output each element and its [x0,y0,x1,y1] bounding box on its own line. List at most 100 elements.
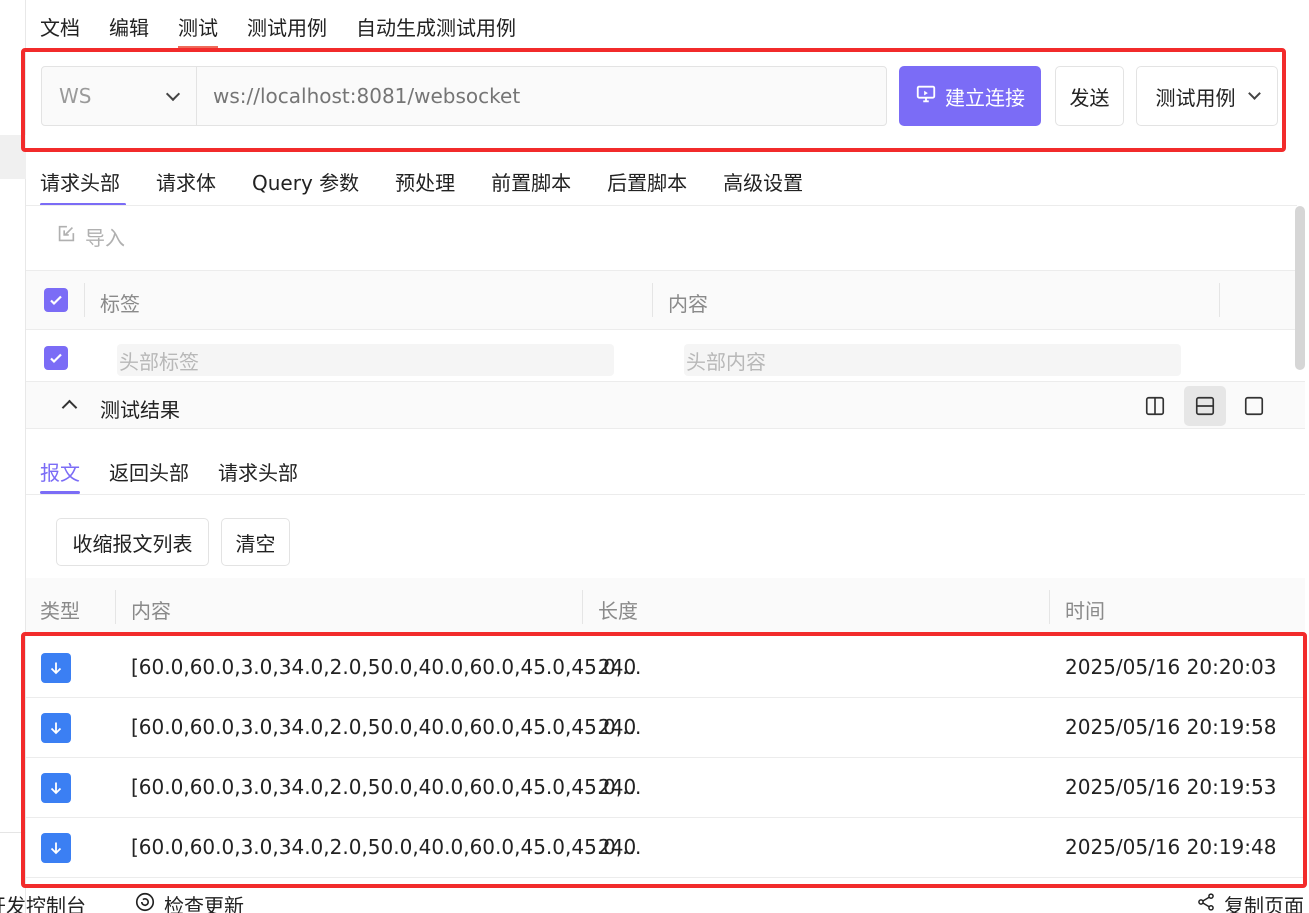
header-content-input[interactable]: 头部内容 [684,344,1181,376]
message-length: 240 [598,655,637,679]
chevron-up-icon[interactable] [61,399,78,416]
message-row[interactable]: [60.0,60.0,3.0,34.0,2.0,50.0,40.0,60.0,4… [26,818,1305,878]
column-header-label: 标签 [100,292,140,316]
message-row[interactable]: [60.0,60.0,3.0,34.0,2.0,50.0,40.0,60.0,4… [26,758,1305,818]
import-label: 导入 [85,226,125,250]
column-divider [115,590,116,624]
square-icon [1244,396,1264,416]
devtools-label: 开发控制台 [0,894,86,913]
sidebar-selected-item[interactable] [0,135,26,179]
message-content: [60.0,60.0,3.0,34.0,2.0,50.0,40.0,60.0,4… [131,775,642,799]
tab-preprocess[interactable]: 预处理 [395,158,455,206]
message-time: 2025/05/16 20:19:53 [1065,775,1277,799]
test-result-title: 测试结果 [100,398,180,422]
tab-result-request-headers[interactable]: 请求头部 [218,446,298,494]
message-time: 2025/05/16 20:20:03 [1065,655,1277,679]
connect-button-label: 建立连接 [945,85,1025,110]
clear-button[interactable]: 清空 [221,518,290,566]
header-label-input[interactable]: 头部标签 [117,344,614,376]
copy-page-button[interactable]: 复制页面 [1196,890,1304,913]
tab-post-script[interactable]: 后置脚本 [607,158,687,206]
single-panel-layout-button[interactable] [1233,386,1275,426]
arrow-down-icon [41,773,71,803]
column-divider [1219,283,1220,317]
collapse-message-list-button[interactable]: 收缩报文列表 [56,518,209,566]
copy-page-label: 复制页面 [1224,894,1304,913]
headers-table-row: 头部标签 头部内容 [26,330,1296,380]
message-length: 240 [598,835,637,859]
headers-table-header: 标签 内容 [26,270,1296,330]
column-header-length: 长度 [598,599,638,623]
import-button[interactable]: 导入 [55,222,125,251]
scrollbar[interactable] [1295,206,1305,370]
request-url-bar: WS [41,66,887,126]
column-header-content: 内容 [131,599,171,623]
select-all-checkbox[interactable] [44,288,68,312]
result-tabs: 报文 返回头部 请求头部 [40,446,327,494]
import-icon [55,223,77,250]
column-header-type: 类型 [40,599,80,623]
column-divider [582,590,583,624]
message-length: 240 [598,775,637,799]
tab-response-headers[interactable]: 返回头部 [109,446,189,494]
check-icon [50,295,62,306]
collapse-message-list-label: 收缩报文列表 [72,531,193,556]
request-tabs: 请求头部 请求体 Query 参数 预处理 前置脚本 后置脚本 高级设置 [40,158,839,206]
column-header-time: 时间 [1065,599,1105,623]
row-checkbox[interactable] [44,346,68,370]
message-content: [60.0,60.0,3.0,34.0,2.0,50.0,40.0,60.0,4… [131,835,642,859]
tab-request-body[interactable]: 请求体 [156,158,216,206]
testcase-dropdown[interactable]: 测试用例 [1136,66,1278,126]
devtools-button[interactable]: 开发控制台 [0,890,86,913]
split-vertical-layout-button[interactable] [1134,386,1176,426]
chevron-down-icon [165,86,181,101]
message-length: 240 [598,715,637,739]
tab-query-params[interactable]: Query 参数 [252,158,359,206]
split-horizontal-icon [1195,396,1215,416]
left-sidebar-strip [0,0,26,913]
refresh-icon [134,891,156,913]
sidebar-divider [0,832,26,833]
tab-advanced-settings[interactable]: 高级设置 [723,158,803,206]
tab-pre-script[interactable]: 前置脚本 [491,158,571,206]
message-row[interactable]: [60.0,60.0,3.0,34.0,2.0,50.0,40.0,60.0,4… [26,698,1305,758]
tab-test[interactable]: 测试 [178,0,218,48]
top-tabs: 文档 编辑 测试 测试用例 自动生成测试用例 [40,0,545,48]
tab-messages[interactable]: 报文 [40,446,80,494]
tab-auto-generate-test-cases[interactable]: 自动生成测试用例 [356,0,516,48]
status-bar: 开发控制台 检查更新 复制页面 [0,885,1309,913]
check-icon [50,353,62,364]
tabs-divider [26,494,1305,495]
arrow-down-icon [41,833,71,863]
column-divider [1049,590,1050,624]
url-input[interactable] [197,67,886,125]
tab-edit[interactable]: 编辑 [109,0,149,48]
send-button[interactable]: 发送 [1055,66,1124,126]
column-divider [652,283,653,317]
method-select[interactable]: WS [42,67,197,125]
share-icon [1196,892,1216,913]
message-content: [60.0,60.0,3.0,34.0,2.0,50.0,40.0,60.0,4… [131,715,642,739]
method-value: WS [59,84,92,108]
chevron-down-icon [1247,87,1261,100]
arrow-down-icon [41,653,71,683]
tabs-divider [26,205,1297,206]
send-button-label: 发送 [1069,85,1110,110]
testcase-dropdown-label: 测试用例 [1155,85,1236,110]
column-divider [84,283,85,317]
split-horizontal-layout-button[interactable] [1184,386,1226,426]
column-header-content: 内容 [668,292,708,316]
tab-docs[interactable]: 文档 [40,0,80,48]
tab-test-cases[interactable]: 测试用例 [247,0,327,48]
message-time: 2025/05/16 20:19:58 [1065,715,1277,739]
clear-button-label: 清空 [235,531,276,556]
tab-request-headers[interactable]: 请求头部 [40,158,126,206]
check-update-button[interactable]: 检查更新 [134,890,244,913]
messages-table-header: 类型 内容 长度 时间 [26,578,1305,636]
split-vertical-icon [1145,396,1165,416]
check-update-label: 检查更新 [164,894,244,913]
connect-button[interactable]: 建立连接 [899,66,1041,126]
test-result-bar: 测试结果 [26,381,1305,429]
message-row[interactable]: [60.0,60.0,3.0,34.0,2.0,50.0,40.0,60.0,4… [26,638,1305,698]
arrow-down-icon [41,713,71,743]
